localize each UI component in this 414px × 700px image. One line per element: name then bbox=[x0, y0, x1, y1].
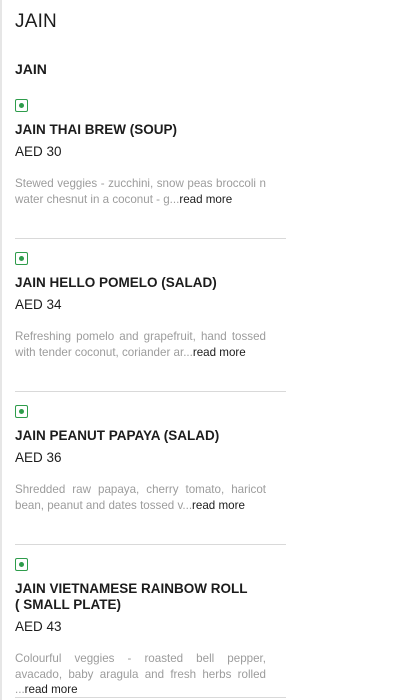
item-description: Shredded raw papaya, cherry tomato, hari… bbox=[15, 483, 266, 512]
item-divider bbox=[15, 391, 286, 392]
veg-indicator-icon bbox=[15, 252, 28, 265]
item-description: Stewed veggies - zucchini, snow peas bro… bbox=[15, 177, 266, 206]
item-divider bbox=[15, 697, 286, 698]
item-description: Colourful veggies - roasted bell pepper,… bbox=[15, 652, 266, 696]
item-price: AED 34 bbox=[15, 297, 62, 312]
read-more-link[interactable]: read more bbox=[25, 683, 78, 696]
menu-page: JAIN JAIN JAIN THAI BREW (SOUP) AED 30 S… bbox=[0, 0, 414, 700]
item-price: AED 30 bbox=[15, 144, 62, 159]
item-divider bbox=[15, 238, 286, 239]
item-price: AED 43 bbox=[15, 619, 62, 634]
item-name: JAIN HELLO POMELO (SALAD) bbox=[15, 275, 217, 290]
item-name: JAIN PEANUT PAPAYA (SALAD) bbox=[15, 428, 220, 443]
veg-indicator-icon bbox=[15, 99, 28, 112]
read-more-link[interactable]: read more bbox=[193, 346, 246, 359]
section-title: JAIN bbox=[15, 11, 57, 32]
category-title: JAIN bbox=[15, 61, 47, 77]
item-name: JAIN VIETNAMESE RAINBOW ROLL ( SMALL PLA… bbox=[15, 581, 248, 612]
read-more-link[interactable]: read more bbox=[179, 193, 232, 206]
veg-indicator-icon bbox=[15, 558, 28, 571]
read-more-link[interactable]: read more bbox=[192, 499, 245, 512]
veg-indicator-icon bbox=[15, 405, 28, 418]
item-divider bbox=[15, 544, 286, 545]
item-price: AED 36 bbox=[15, 450, 62, 465]
item-description: Refreshing pomelo and grapefruit, hand t… bbox=[15, 330, 266, 359]
left-border bbox=[0, 0, 2, 700]
item-name: JAIN THAI BREW (SOUP) bbox=[15, 122, 177, 137]
